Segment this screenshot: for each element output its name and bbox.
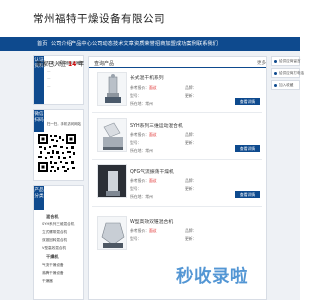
leave-message-button[interactable]: 给供应商留言 xyxy=(271,56,301,66)
product-type: 型号： xyxy=(130,236,142,241)
nav-item-products[interactable]: 产品中心 xyxy=(71,40,92,47)
product-name[interactable]: W型高效双锥混合机 xyxy=(130,218,173,225)
product-update: 更新： xyxy=(185,140,197,145)
category-item[interactable]: 沸腾干燥设备 xyxy=(42,271,64,276)
call-supplier-button[interactable]: 给供应商打电话 xyxy=(271,68,304,78)
category-item[interactable]: 气流干燥设备 xyxy=(42,263,64,268)
category-item[interactable]: 干燥机 xyxy=(46,254,59,260)
product-divider xyxy=(92,206,262,207)
qr-code-icon xyxy=(37,133,77,173)
mixer-machine-icon xyxy=(103,122,123,150)
section-title: 查询产品 xyxy=(94,61,115,67)
view-details-button[interactable]: 查看详情 xyxy=(235,145,260,152)
join-years: 商家已入驻 14 年 xyxy=(36,59,84,68)
product-price: 参考报价：面议 xyxy=(130,228,157,233)
product-image[interactable] xyxy=(97,216,127,250)
nav-item-honors[interactable]: 资质荣誉 xyxy=(134,40,155,47)
join-years-prefix: 商家已入驻 xyxy=(36,61,67,68)
product-name[interactable]: QFG气流振荡干燥机 xyxy=(130,168,174,175)
category-item[interactable]: 立式螺带混合机 xyxy=(42,230,67,235)
nav-item-about[interactable]: 公司介绍 xyxy=(51,40,72,47)
product-type: 型号： xyxy=(130,93,142,98)
category-item[interactable]: 双锥回转混合机 xyxy=(42,238,67,243)
product-image[interactable] xyxy=(97,164,127,198)
add-favorite-label: 加入收藏 xyxy=(279,83,294,87)
nav-item-articles[interactable]: 技术文章 xyxy=(113,40,134,47)
product-brand: 品牌： xyxy=(185,228,197,233)
product-area: 所在地：常州 xyxy=(130,194,153,199)
product-brand: 品牌： xyxy=(185,85,197,90)
verified-line-2: — xyxy=(47,69,51,73)
add-favorite-button[interactable]: 加入收藏 xyxy=(271,80,300,90)
product-brand: 品牌： xyxy=(185,132,197,137)
join-years-suffix: 年 xyxy=(78,61,85,68)
nav-item-cases[interactable]: 成功案例 xyxy=(176,40,197,47)
product-update: 更新： xyxy=(185,93,197,98)
category-item[interactable]: 干燥器 xyxy=(42,279,53,284)
star-icon xyxy=(274,84,277,87)
product-brand: 品牌： xyxy=(185,178,197,183)
mixer-machine-icon xyxy=(105,74,121,103)
product-price: 参考报价：面议 xyxy=(130,178,157,183)
dryer-machine-icon xyxy=(98,165,126,197)
product-type: 型号： xyxy=(130,140,142,145)
product-update: 更新： xyxy=(185,186,197,191)
watermark-text: 秒收录啦 xyxy=(176,267,248,287)
view-details-button[interactable]: 查看详情 xyxy=(235,98,260,105)
phone-icon xyxy=(274,72,277,75)
verified-line-3: — xyxy=(47,76,51,80)
product-price: 参考报价：面议 xyxy=(130,85,157,90)
nav-item-franchise[interactable]: 招商加盟 xyxy=(155,40,176,47)
call-supplier-label: 给供应商打电话 xyxy=(279,71,305,75)
product-area: 所在地：常州 xyxy=(130,148,153,153)
product-type: 型号： xyxy=(130,186,142,191)
category-tag: 产品分类 xyxy=(34,186,44,210)
join-years-value: 14 xyxy=(67,61,77,68)
category-item[interactable]: 混合机 xyxy=(46,214,59,220)
product-divider xyxy=(92,112,262,113)
mixer-machine-icon xyxy=(101,222,125,248)
nav-item-home[interactable]: 首页 xyxy=(37,40,47,47)
watermark: 秒收录啦 xyxy=(145,254,300,300)
nav-item-news[interactable]: 公司动态 xyxy=(92,40,113,47)
product-price: 参考报价：面议 xyxy=(130,132,157,137)
site-header: 常州福特干燥设备有限公司 xyxy=(0,0,300,36)
product-area: 所在地：常州 xyxy=(130,101,153,106)
leave-message-label: 给供应商留言 xyxy=(279,59,301,63)
view-details-button[interactable]: 查看详情 xyxy=(235,191,260,198)
product-name[interactable]: SYH系列三维运动混合机 xyxy=(130,122,183,129)
company-name: 常州福特干燥设备有限公司 xyxy=(33,13,165,25)
category-item[interactable]: SYH系列三维混合机 xyxy=(42,222,74,227)
main-nav: 首页 公司介绍 产品中心 公司动态 技术文章 资质荣誉 招商加盟 成功案例 联系… xyxy=(0,37,300,51)
product-update: 更新： xyxy=(185,236,197,241)
section-underline xyxy=(89,67,266,68)
nav-item-contact[interactable]: 联系我们 xyxy=(197,40,218,47)
qr-hint: 扫一扫，手机访问网站 xyxy=(47,122,81,126)
category-item[interactable]: V型高效混合机 xyxy=(42,246,66,251)
product-divider xyxy=(92,159,262,160)
more-link[interactable]: 更多 xyxy=(257,60,266,66)
qr-tag: 微信扫码 xyxy=(34,110,44,132)
product-image[interactable] xyxy=(97,72,127,106)
message-icon xyxy=(274,60,277,63)
product-name[interactable]: 长式混干机系列 xyxy=(130,74,164,81)
product-image[interactable] xyxy=(97,118,127,152)
verified-line-4: — xyxy=(47,84,51,88)
